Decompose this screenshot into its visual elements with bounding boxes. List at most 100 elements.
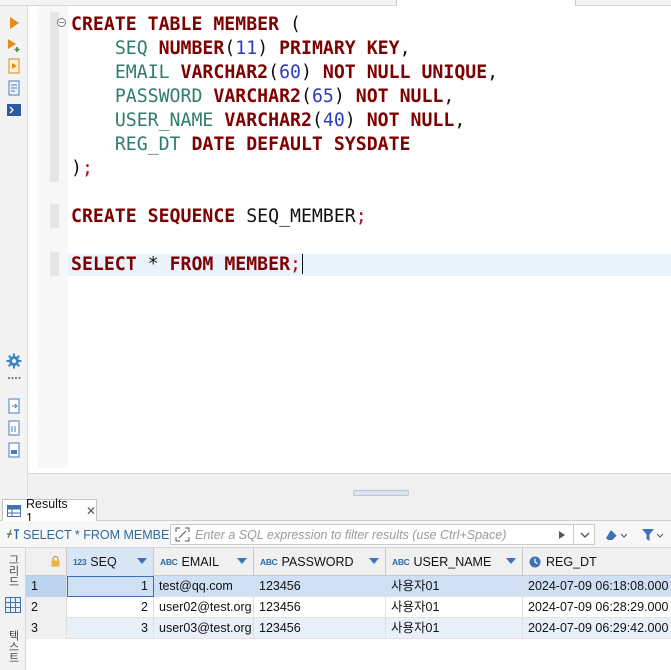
code-token: ,	[443, 86, 455, 107]
export-icon[interactable]	[5, 397, 23, 415]
results-tab-bar: Results 1 ✕	[0, 497, 671, 525]
cell-email[interactable]: user02@test.org	[154, 597, 254, 618]
grid-header: 123 SEQ ABC EMAIL ABC PASSWORD ABC USER_NAME REG…	[26, 548, 671, 576]
open-file-icon[interactable]	[5, 419, 23, 437]
cell-password[interactable]: 123456	[254, 597, 386, 618]
results-tab[interactable]: Results 1 ✕	[2, 497, 97, 525]
code-line[interactable]: SELECT * FROM MEMBER;	[71, 253, 498, 277]
cell-email[interactable]: test@qq.com	[154, 576, 254, 597]
close-icon[interactable]: ✕	[86, 504, 96, 518]
cell-email[interactable]: user03@test.org	[154, 618, 254, 639]
code-token: PRIMARY	[279, 38, 356, 59]
execute-in-new-tab-icon[interactable]	[5, 36, 23, 54]
text-view-tab[interactable]: 텍스트	[3, 630, 23, 666]
code-token: CREATE	[71, 206, 137, 227]
cell-password[interactable]: 123456	[254, 576, 386, 597]
cell-reg-dt[interactable]: 2024-07-09 06:28:29.000	[523, 597, 671, 618]
cell-seq[interactable]: 2	[67, 597, 154, 618]
code-token: REG_DT	[114, 134, 181, 155]
sort-dropdown-icon[interactable]	[137, 558, 147, 564]
apply-filter-arrow-icon[interactable]	[552, 524, 572, 545]
cell-seq[interactable]: 3	[67, 618, 154, 639]
query-label[interactable]: SELECT * FROM MEMBER	[6, 525, 178, 545]
row-number[interactable]: 3	[26, 618, 67, 639]
code-line[interactable]: );	[71, 157, 498, 181]
sql-editor[interactable]: − CREATE TABLE MEMBER ( SEQ NUMBER(11) P…	[28, 6, 671, 474]
cell-reg-dt[interactable]: 2024-07-09 06:29:42.000	[523, 618, 671, 639]
row-number-header[interactable]	[26, 548, 67, 576]
table-row[interactable]: 3 3 user03@test.org 123456 사용자01 2024-07-09 0…	[26, 618, 671, 639]
code-token: )	[300, 62, 323, 83]
code-token: NULL	[366, 62, 411, 83]
filter-bar: SELECT * FROM MEMBER Enter a SQL express…	[0, 521, 671, 548]
code-line[interactable]	[71, 229, 498, 253]
numeric-type-icon: 123	[73, 557, 87, 567]
code-token: 65	[311, 86, 334, 107]
row-number[interactable]: 1	[26, 576, 67, 597]
cell-user-name[interactable]: 사용자01	[386, 576, 523, 597]
sql-code[interactable]: CREATE TABLE MEMBER ( SEQ NUMBER(11) PRI…	[71, 13, 498, 277]
filter-dropdown-chevron-icon[interactable]	[573, 524, 595, 545]
code-line[interactable]: REG_DT DATE DEFAULT SYSDATE	[71, 133, 498, 157]
code-line[interactable]: SEQ NUMBER(11) PRIMARY KEY,	[71, 37, 498, 61]
cell-seq[interactable]: 1	[67, 576, 154, 597]
code-line[interactable]: PASSWORD VARCHAR2(65) NOT NULL,	[71, 85, 498, 109]
cell-password[interactable]: 123456	[254, 618, 386, 639]
code-token: (	[300, 86, 312, 107]
execute-script-icon[interactable]	[5, 57, 23, 75]
fold-collapse-icon[interactable]: −	[57, 18, 66, 27]
string-type-icon: ABC	[392, 557, 410, 567]
table-row[interactable]: 1 1 test@qq.com 123456 사용자01 2024-07-09 06:18…	[26, 576, 671, 597]
splitter-handle[interactable]	[353, 490, 409, 496]
cell-reg-dt[interactable]: 2024-07-09 06:18:08.000	[523, 576, 671, 597]
code-token: )	[257, 38, 280, 59]
code-line[interactable]: CREATE TABLE MEMBER (	[71, 13, 498, 37]
column-name: REG_DT	[546, 555, 597, 569]
code-token: VARCHAR2	[180, 62, 269, 83]
code-token: NOT	[355, 86, 389, 107]
code-token: FROM	[169, 254, 214, 275]
code-line[interactable]: EMAIL VARCHAR2(60) NOT NULL UNIQUE,	[71, 61, 498, 85]
column-header-reg-dt[interactable]: REG_DT	[523, 548, 671, 576]
filter-input[interactable]: Enter a SQL expression to filter results…	[170, 524, 595, 545]
column-header-user-name[interactable]: ABC USER_NAME	[386, 548, 523, 576]
save-script-icon[interactable]	[5, 441, 23, 459]
grid-view-icon[interactable]	[5, 597, 21, 617]
results-grid: 123 SEQ ABC EMAIL ABC PASSWORD ABC USER_NAME REG…	[26, 548, 671, 670]
code-line[interactable]: USER_NAME VARCHAR2(40) NOT NULL,	[71, 109, 498, 133]
sort-dropdown-icon[interactable]	[369, 558, 379, 564]
sort-dropdown-icon[interactable]	[506, 558, 516, 564]
code-token: )	[71, 158, 82, 179]
explain-plan-icon[interactable]	[5, 79, 23, 97]
code-line[interactable]: CREATE SEQUENCE SEQ_MEMBER;	[71, 205, 498, 229]
results-view-switcher: 그리드 텍스트	[0, 548, 26, 670]
row-number[interactable]: 2	[26, 597, 67, 618]
sort-dropdown-icon[interactable]	[237, 558, 247, 564]
filter-placeholder: Enter a SQL expression to filter results…	[195, 527, 507, 542]
code-token: VARCHAR2	[213, 86, 301, 107]
settings-gear-icon[interactable]	[5, 352, 23, 370]
erase-filter-icon[interactable]	[604, 525, 628, 545]
code-line[interactable]	[71, 181, 498, 205]
toolbar-more-icon[interactable]	[5, 374, 23, 382]
column-header-password[interactable]: ABC PASSWORD	[254, 548, 386, 576]
code-token: EMAIL	[114, 62, 170, 83]
code-token: DEFAULT	[246, 134, 323, 155]
apply-filter-icon[interactable]	[640, 525, 664, 545]
statement-block-marker	[50, 12, 59, 182]
column-header-seq[interactable]: 123 SEQ	[67, 548, 154, 576]
execute-statement-icon[interactable]	[5, 14, 23, 32]
column-header-email[interactable]: ABC EMAIL	[154, 548, 254, 576]
grid-view-tab[interactable]: 그리드	[3, 554, 23, 590]
code-token: DATE	[191, 134, 236, 155]
query-label-text: SELECT * FROM MEMBER	[23, 528, 179, 542]
table-row[interactable]: 2 2 user02@test.org 123456 사용자01 2024-07-09 0…	[26, 597, 671, 618]
filter-history-icon[interactable]	[175, 527, 190, 545]
cell-user-name[interactable]: 사용자01	[386, 597, 523, 618]
code-token: NULL	[410, 110, 455, 131]
output-console-icon[interactable]	[5, 101, 23, 119]
cell-user-name[interactable]: 사용자01	[386, 618, 523, 639]
